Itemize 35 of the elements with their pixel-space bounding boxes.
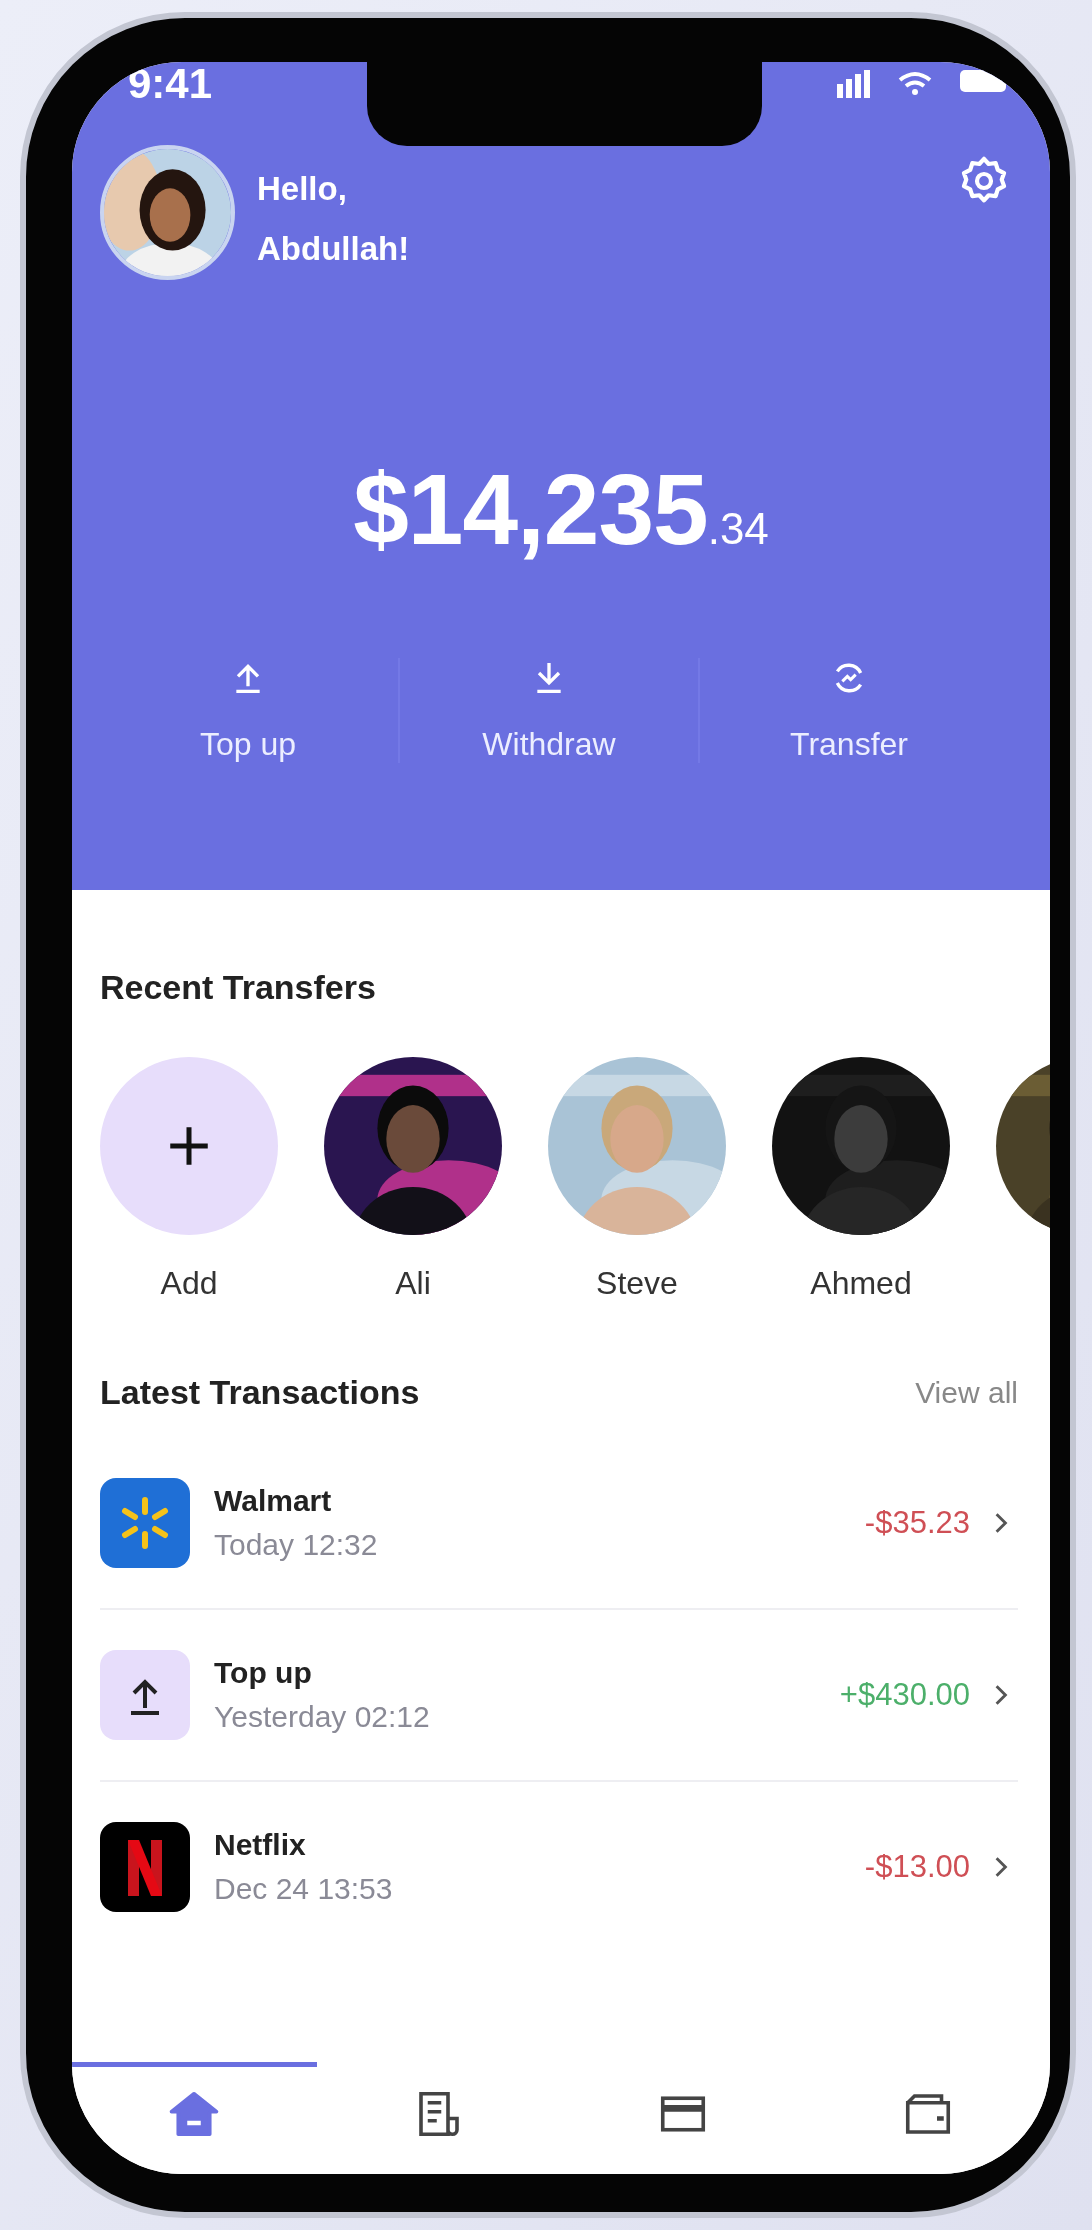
transaction-time: Dec 24 13:53	[214, 1872, 393, 1906]
merchant-name: Netflix	[214, 1828, 307, 1862]
chevron-icon	[994, 1512, 1008, 1534]
balance-amount: $14,235.34	[352, 452, 770, 567]
upload-icon	[100, 1650, 190, 1740]
transaction-time: Today 12:32	[214, 1528, 378, 1562]
transaction-amount: +$430.00	[839, 1677, 970, 1713]
view-all-link[interactable]: View all	[915, 1375, 1018, 1410]
action-button[interactable]: Withdraw	[398, 658, 698, 763]
chevron-icon	[994, 1684, 1008, 1706]
merchant-name: Top up	[214, 1656, 313, 1690]
battery-icon	[960, 70, 1006, 92]
section-title: Recent Transfers	[100, 968, 377, 1007]
spark-logo-icon	[100, 1478, 190, 1568]
contact-name: Ali	[395, 1264, 431, 1303]
section-title: Latest Transactions	[100, 1373, 420, 1412]
status-time: 9:41	[128, 64, 213, 104]
user-name: Abdullah!	[257, 229, 410, 269]
transaction-row[interactable]: Netflix Dec 24 13:53 -$13.00	[100, 1782, 1018, 1952]
greeting-text: Hello,	[257, 169, 348, 209]
transaction-amount: -$35.23	[864, 1505, 970, 1541]
contact-name: Add	[160, 1264, 218, 1303]
contact-name: Ahmed	[810, 1264, 912, 1303]
transaction-row[interactable]: Walmart Today 12:32 -$35.23	[100, 1438, 1018, 1610]
transaction-time: Yesterday 02:12	[214, 1700, 430, 1734]
wifi-icon	[898, 70, 932, 96]
signal-icon	[837, 70, 870, 98]
chevron-icon	[994, 1856, 1008, 1878]
contact-name: Steve	[596, 1264, 678, 1303]
transaction-amount: -$13.00	[864, 1849, 970, 1885]
action-button[interactable]: Transfer	[698, 658, 998, 763]
action-button[interactable]: Top up	[98, 658, 398, 763]
merchant-name: Walmart	[214, 1484, 333, 1518]
n-logo-icon	[100, 1822, 190, 1912]
transaction-row[interactable]: Top up Yesterday 02:12 +$430.00	[100, 1610, 1018, 1782]
